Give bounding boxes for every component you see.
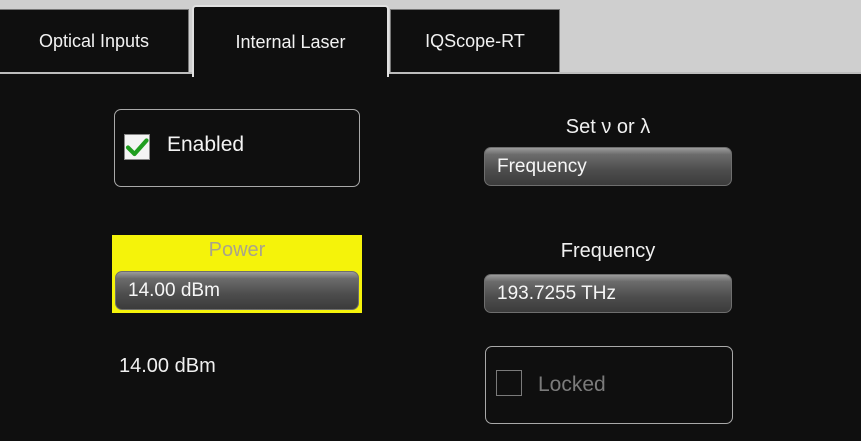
power-title: Power bbox=[208, 239, 266, 261]
tab-optical-inputs[interactable]: Optical Inputs bbox=[0, 9, 189, 72]
power-input[interactable]: 14.00 dBm bbox=[115, 271, 359, 310]
frequency-value: 193.7255 THz bbox=[497, 282, 617, 304]
frequency-input[interactable]: 193.7255 THz bbox=[484, 274, 732, 313]
locked-checkbox[interactable] bbox=[496, 370, 522, 396]
power-value: 14.00 dBm bbox=[128, 279, 220, 301]
locked-label: Locked bbox=[538, 373, 606, 396]
tab-optical-inputs-label: Optical Inputs bbox=[38, 30, 150, 51]
tab-internal-laser-label: Internal Laser bbox=[235, 31, 346, 52]
enabled-checkbox[interactable] bbox=[124, 134, 150, 160]
set-mode-dropdown[interactable]: Frequency bbox=[484, 147, 732, 186]
enabled-label: Enabled bbox=[167, 133, 245, 156]
locked-group bbox=[485, 346, 733, 424]
tab-iqscope-rt[interactable]: IQScope-RT bbox=[390, 9, 560, 72]
frequency-title: Frequency bbox=[560, 240, 656, 262]
power-readout: 14.00 dBm bbox=[119, 355, 216, 377]
set-mode-title: Set ν or λ bbox=[565, 116, 651, 138]
tab-internal-laser[interactable]: Internal Laser bbox=[192, 5, 389, 77]
tab-iqscope-rt-label: IQScope-RT bbox=[425, 30, 525, 51]
set-mode-value: Frequency bbox=[497, 155, 587, 177]
checkmark-icon bbox=[125, 138, 149, 157]
